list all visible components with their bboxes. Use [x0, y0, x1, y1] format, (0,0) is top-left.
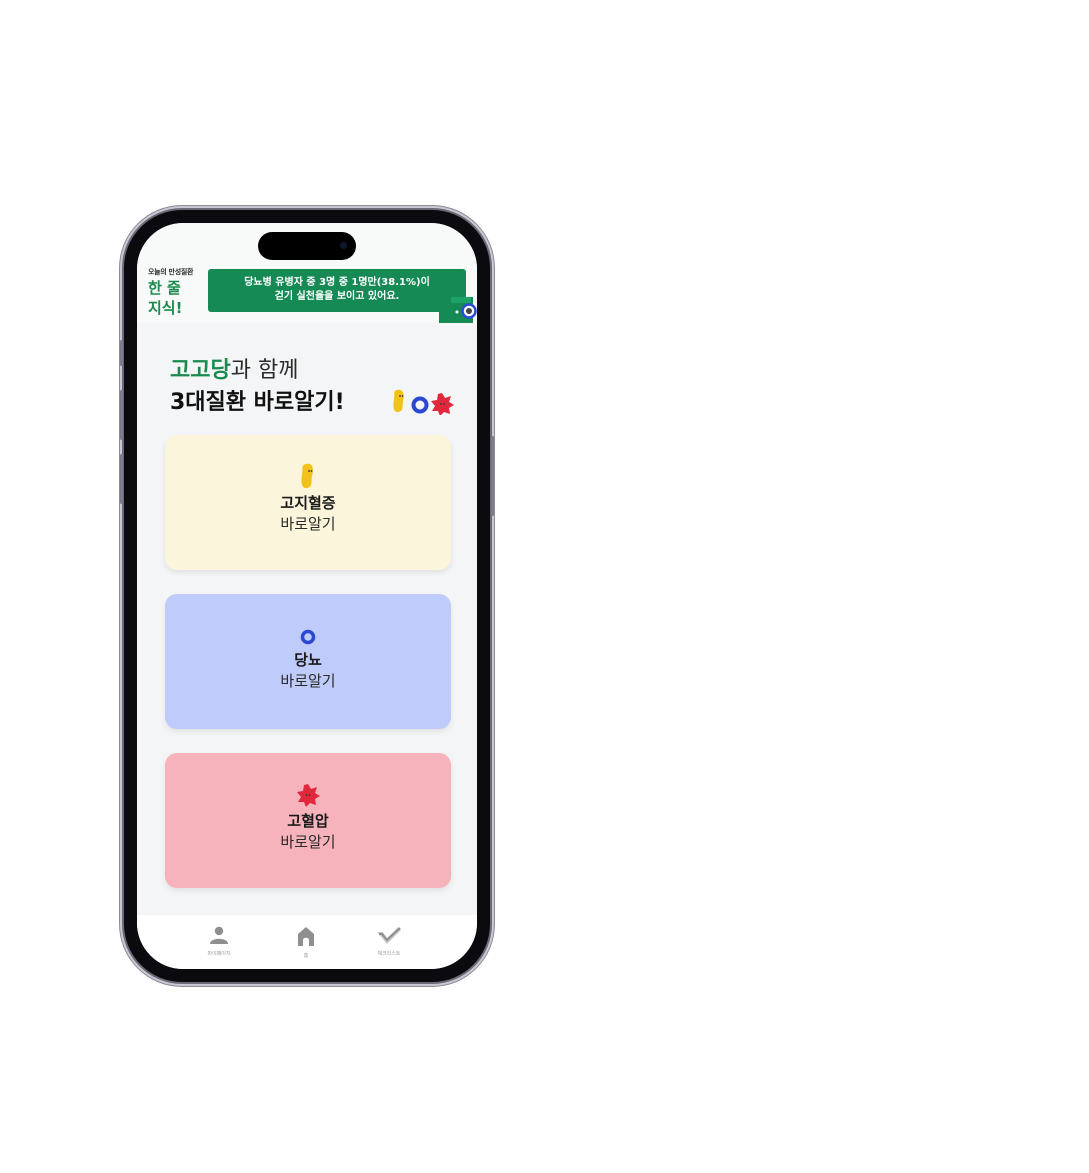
volume-down-button	[120, 454, 123, 504]
headline-accent: 고고당	[170, 358, 231, 383]
card-subtitle: 바로알기	[280, 833, 336, 851]
headline-line2: 3대질환 바로알기!	[170, 390, 345, 415]
card-title: 당뇨	[294, 651, 322, 669]
card-hypertension[interactable]: 고혈압 바로알기	[165, 753, 451, 888]
card-title: 고혈압	[287, 812, 329, 830]
headline: 고고당과 함께 3대질환 바로알기!	[170, 355, 345, 419]
blue-ring-icon	[411, 396, 429, 414]
check-icon	[377, 927, 401, 944]
headline-line1: 과 함께	[230, 358, 299, 383]
yellow-bean-icon	[393, 389, 404, 413]
banner-text-line1: 당뇨병 유병자 중 3명 중 1명만(38.1%)이	[244, 277, 430, 288]
card-title: 고지혈증	[280, 494, 336, 512]
mascot-icon	[439, 297, 477, 324]
tip-banner[interactable]: 당뇨병 유병자 중 3명 중 1명만(38.1%)이 걷기 실천율을 보이고 있…	[208, 269, 466, 312]
camera-icon	[340, 242, 347, 249]
volume-up-button	[120, 390, 123, 440]
brand-subtitle: 오늘의 만성질환	[148, 268, 194, 276]
card-subtitle: 바로알기	[280, 672, 336, 690]
tab-label: 체크리스트	[377, 951, 401, 957]
card-hyperlipidemia[interactable]: 고지혈증 바로알기	[165, 435, 451, 570]
brand-title-line1: 한 줄	[148, 279, 181, 297]
banner-text-line2: 걷기 실천율을 보이고 있어요.	[274, 291, 400, 302]
character-icons	[393, 389, 454, 415]
brand-logo[interactable]: 오늘의 만성질환 한 줄 지식!	[148, 267, 193, 317]
tab-checklist[interactable]: 체크리스트	[364, 925, 414, 957]
tab-home[interactable]: 홈	[281, 925, 331, 959]
tab-label: 홈	[303, 953, 309, 959]
red-star-icon	[431, 393, 454, 415]
main-content: 고고당과 함께 3대질환 바로알기! 고지혈증 바로알기 당뇨 바로알기 고혈압…	[137, 323, 477, 915]
mute-switch	[120, 340, 123, 366]
home-icon	[298, 927, 314, 946]
brand-title-line2: 지식!	[148, 299, 183, 317]
power-button	[491, 436, 494, 516]
tab-bar: 마이페이지 홈 체크리스트	[137, 915, 477, 969]
screen: 오늘의 만성질환 한 줄 지식! 당뇨병 유병자 중 3명 중 1명만(38.1…	[137, 223, 477, 969]
phone-frame: 오늘의 만성질환 한 줄 지식! 당뇨병 유병자 중 3명 중 1명만(38.1…	[120, 210, 494, 982]
tab-label: 마이페이지	[207, 951, 231, 957]
card-subtitle: 바로알기	[280, 515, 336, 533]
dynamic-island	[258, 232, 356, 260]
tab-mypage[interactable]: 마이페이지	[194, 925, 244, 957]
red-star-icon	[297, 784, 320, 807]
card-diabetes[interactable]: 당뇨 바로알기	[165, 594, 451, 729]
person-icon	[210, 926, 228, 944]
blue-ring-icon	[300, 629, 316, 645]
yellow-bean-icon	[301, 463, 313, 489]
